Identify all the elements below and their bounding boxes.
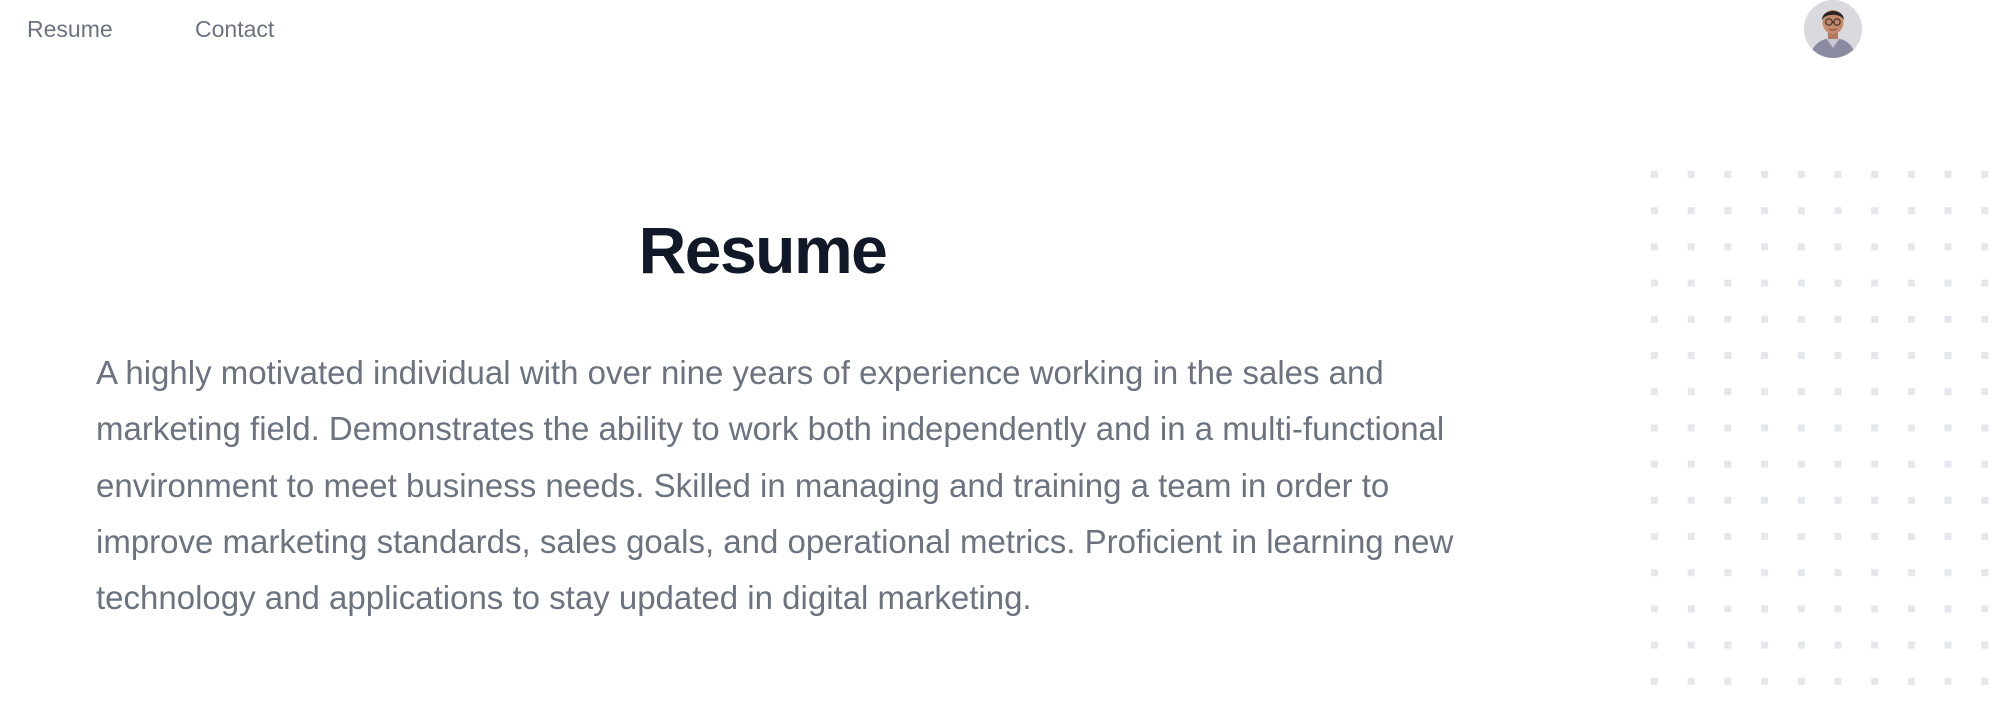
user-photo-avatar-icon [1804,0,1862,58]
page-title: Resume [638,213,888,287]
nav-link-resume[interactable]: Resume [27,14,113,44]
resume-summary: A highly motivated individual with over … [96,354,1454,617]
page: Resume Contact Resume A highly motivated… [0,0,2002,706]
nav-link-contact[interactable]: Contact [195,14,274,44]
top-navigation: Resume Contact [0,0,2002,60]
avatar[interactable] [1804,0,1862,58]
dot-pattern-decoration [1650,170,2002,706]
